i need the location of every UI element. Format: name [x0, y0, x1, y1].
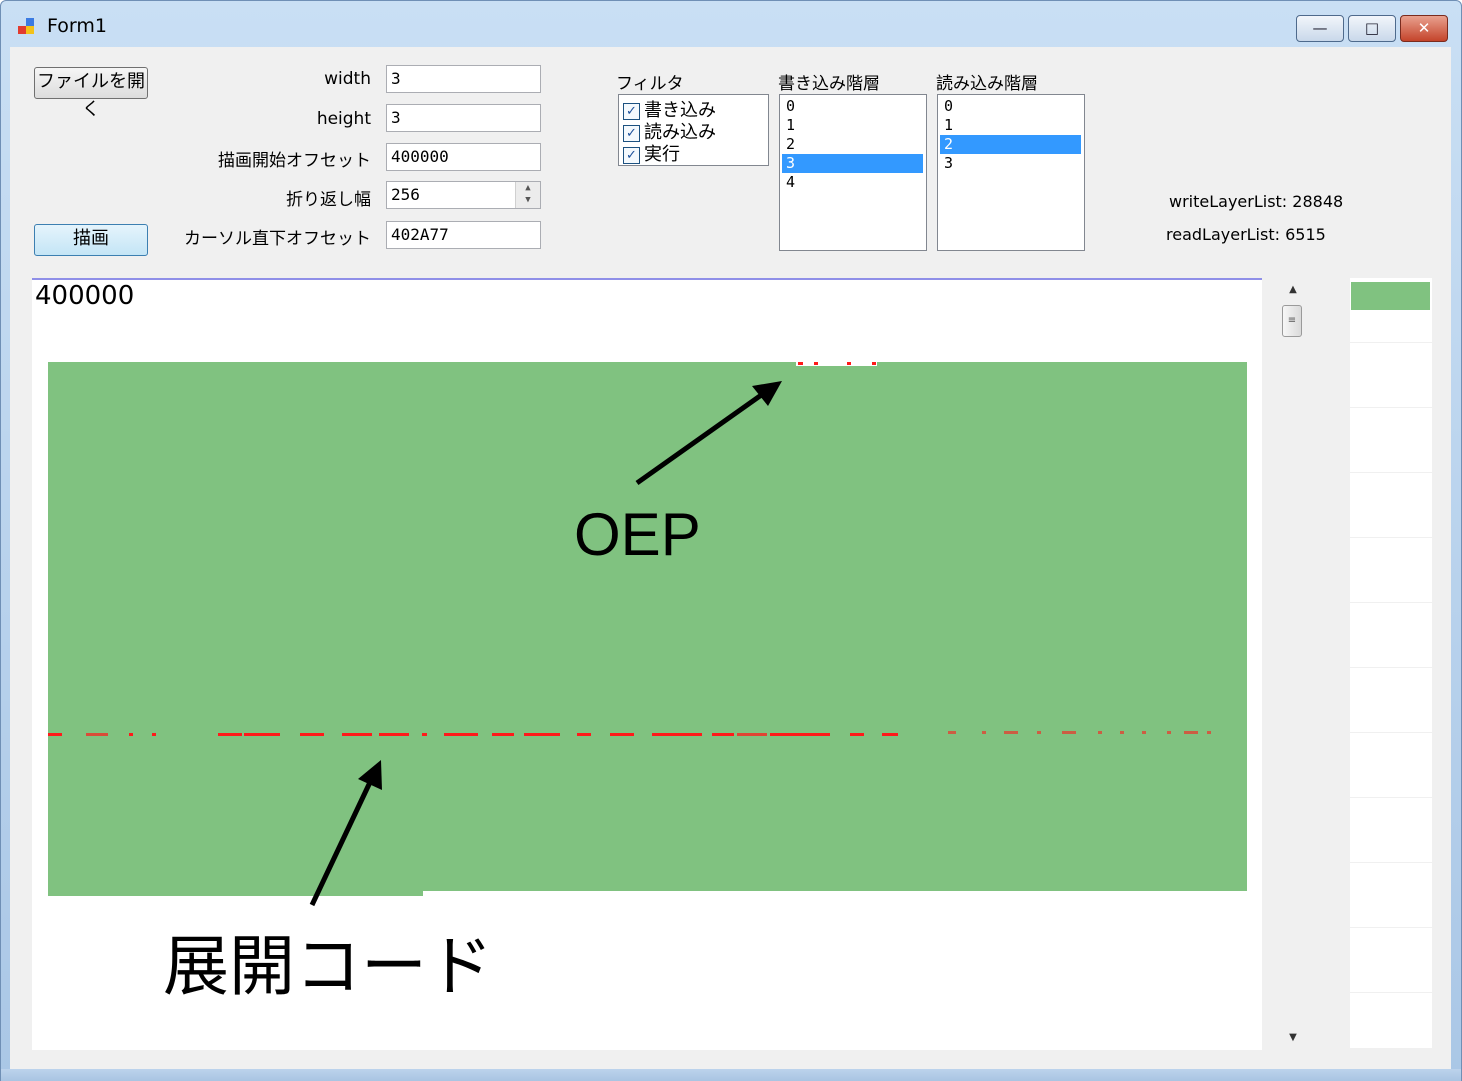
- title-bar[interactable]: Form1 — □ ✕: [1, 1, 1461, 47]
- minimap-divider: [1350, 342, 1432, 343]
- oep-arrow-line: [635, 388, 769, 486]
- stepper-buttons[interactable]: ▲ ▼: [515, 182, 540, 208]
- minimap-fill: [1351, 282, 1430, 310]
- wrap-width-stepper[interactable]: 256 ▲ ▼: [386, 181, 541, 209]
- code-arrow-line: [309, 776, 375, 907]
- stepper-up-icon[interactable]: ▲: [516, 182, 540, 194]
- filter-label: フィルタ: [616, 74, 684, 94]
- filter-item-read[interactable]: ✓ 読み込み: [623, 118, 716, 143]
- minimap-divider: [1350, 537, 1432, 538]
- read-layer-list-count: readLayerList: 6515: [1166, 225, 1326, 244]
- list-item[interactable]: 0: [940, 97, 1081, 116]
- main-window: Form1 — □ ✕ ファイルを開く 描画 width height 描画開始…: [0, 0, 1462, 1081]
- overview-minimap[interactable]: [1350, 278, 1432, 1048]
- minimap-divider: [1350, 927, 1432, 928]
- write-layers-label: 書き込み階層: [778, 74, 880, 94]
- list-item[interactable]: 1: [940, 116, 1081, 135]
- list-item-selected[interactable]: 2: [940, 135, 1081, 154]
- minimap-divider: [1350, 862, 1432, 863]
- cursor-offset-label: カーソル直下オフセット: [184, 229, 371, 249]
- window-title: Form1: [47, 15, 107, 37]
- memory-map-canvas[interactable]: 400000 OEP 展開コード: [32, 278, 1262, 1050]
- draw-start-offset-input[interactable]: 400000: [386, 143, 541, 171]
- oep-annotation: OEP: [574, 501, 701, 568]
- checkbox-checked-icon[interactable]: ✓: [623, 124, 640, 142]
- maximize-button[interactable]: □: [1348, 15, 1396, 42]
- checkbox-checked-icon[interactable]: ✓: [623, 102, 640, 120]
- minimap-divider: [1350, 407, 1432, 408]
- app-icon: [18, 18, 36, 36]
- scroll-thumb[interactable]: ≡: [1282, 305, 1302, 337]
- wrap-width-label: 折り返し幅: [286, 190, 371, 210]
- list-item[interactable]: 2: [782, 135, 923, 154]
- checkbox-checked-icon[interactable]: ✓: [623, 146, 640, 164]
- open-file-button[interactable]: ファイルを開く: [34, 67, 148, 120]
- minimap-divider: [1350, 472, 1432, 473]
- minimize-button[interactable]: —: [1296, 15, 1344, 42]
- filter-item-write[interactable]: ✓ 書き込み: [623, 96, 716, 121]
- stepper-down-icon[interactable]: ▼: [516, 194, 540, 206]
- window-bottom-border: [1, 1069, 1461, 1081]
- minimap-divider: [1350, 667, 1432, 668]
- draw-start-offset-label: 描画開始オフセット: [218, 151, 371, 171]
- list-item[interactable]: 1: [782, 116, 923, 135]
- list-item[interactable]: 3: [940, 154, 1081, 173]
- height-label: height: [316, 109, 371, 129]
- read-layers-listbox[interactable]: 0 1 2 3: [937, 94, 1085, 251]
- list-item[interactable]: 4: [782, 173, 923, 192]
- write-layer-list-count: writeLayerList: 28848: [1169, 192, 1344, 211]
- draw-button[interactable]: 描画: [34, 224, 148, 256]
- scroll-up-icon[interactable]: ▲: [1280, 280, 1306, 300]
- width-input[interactable]: 3: [386, 65, 541, 93]
- minimap-divider: [1350, 992, 1432, 993]
- minimap-divider: [1350, 602, 1432, 603]
- scroll-down-icon[interactable]: ▼: [1280, 1028, 1306, 1048]
- filter-item-label: 実行: [644, 144, 680, 165]
- read-layers-label: 読み込み階層: [936, 74, 1038, 94]
- width-label: width: [324, 69, 371, 89]
- wrap-width-value: 256: [391, 185, 420, 204]
- height-input[interactable]: 3: [386, 104, 541, 132]
- oep-arrow-head: [752, 381, 782, 406]
- cursor-offset-input[interactable]: 402A77: [386, 221, 541, 249]
- minimap-divider: [1350, 732, 1432, 733]
- form-client-area: ファイルを開く 描画 width height 描画開始オフセット 折り返し幅 …: [10, 47, 1451, 1069]
- unpacked-code-annotation: 展開コード: [163, 928, 493, 1005]
- write-layers-listbox[interactable]: 0 1 2 3 4: [779, 94, 927, 251]
- minimap-divider: [1350, 797, 1432, 798]
- canvas-vertical-scrollbar[interactable]: ▲ ≡ ▼: [1280, 278, 1306, 1050]
- filter-item-exec[interactable]: ✓ 実行: [623, 140, 680, 165]
- close-button[interactable]: ✕: [1400, 15, 1448, 42]
- list-item-selected[interactable]: 3: [782, 154, 923, 173]
- filter-checklist[interactable]: ✓ 書き込み ✓ 読み込み ✓ 実行: [618, 94, 769, 166]
- list-item[interactable]: 0: [782, 97, 923, 116]
